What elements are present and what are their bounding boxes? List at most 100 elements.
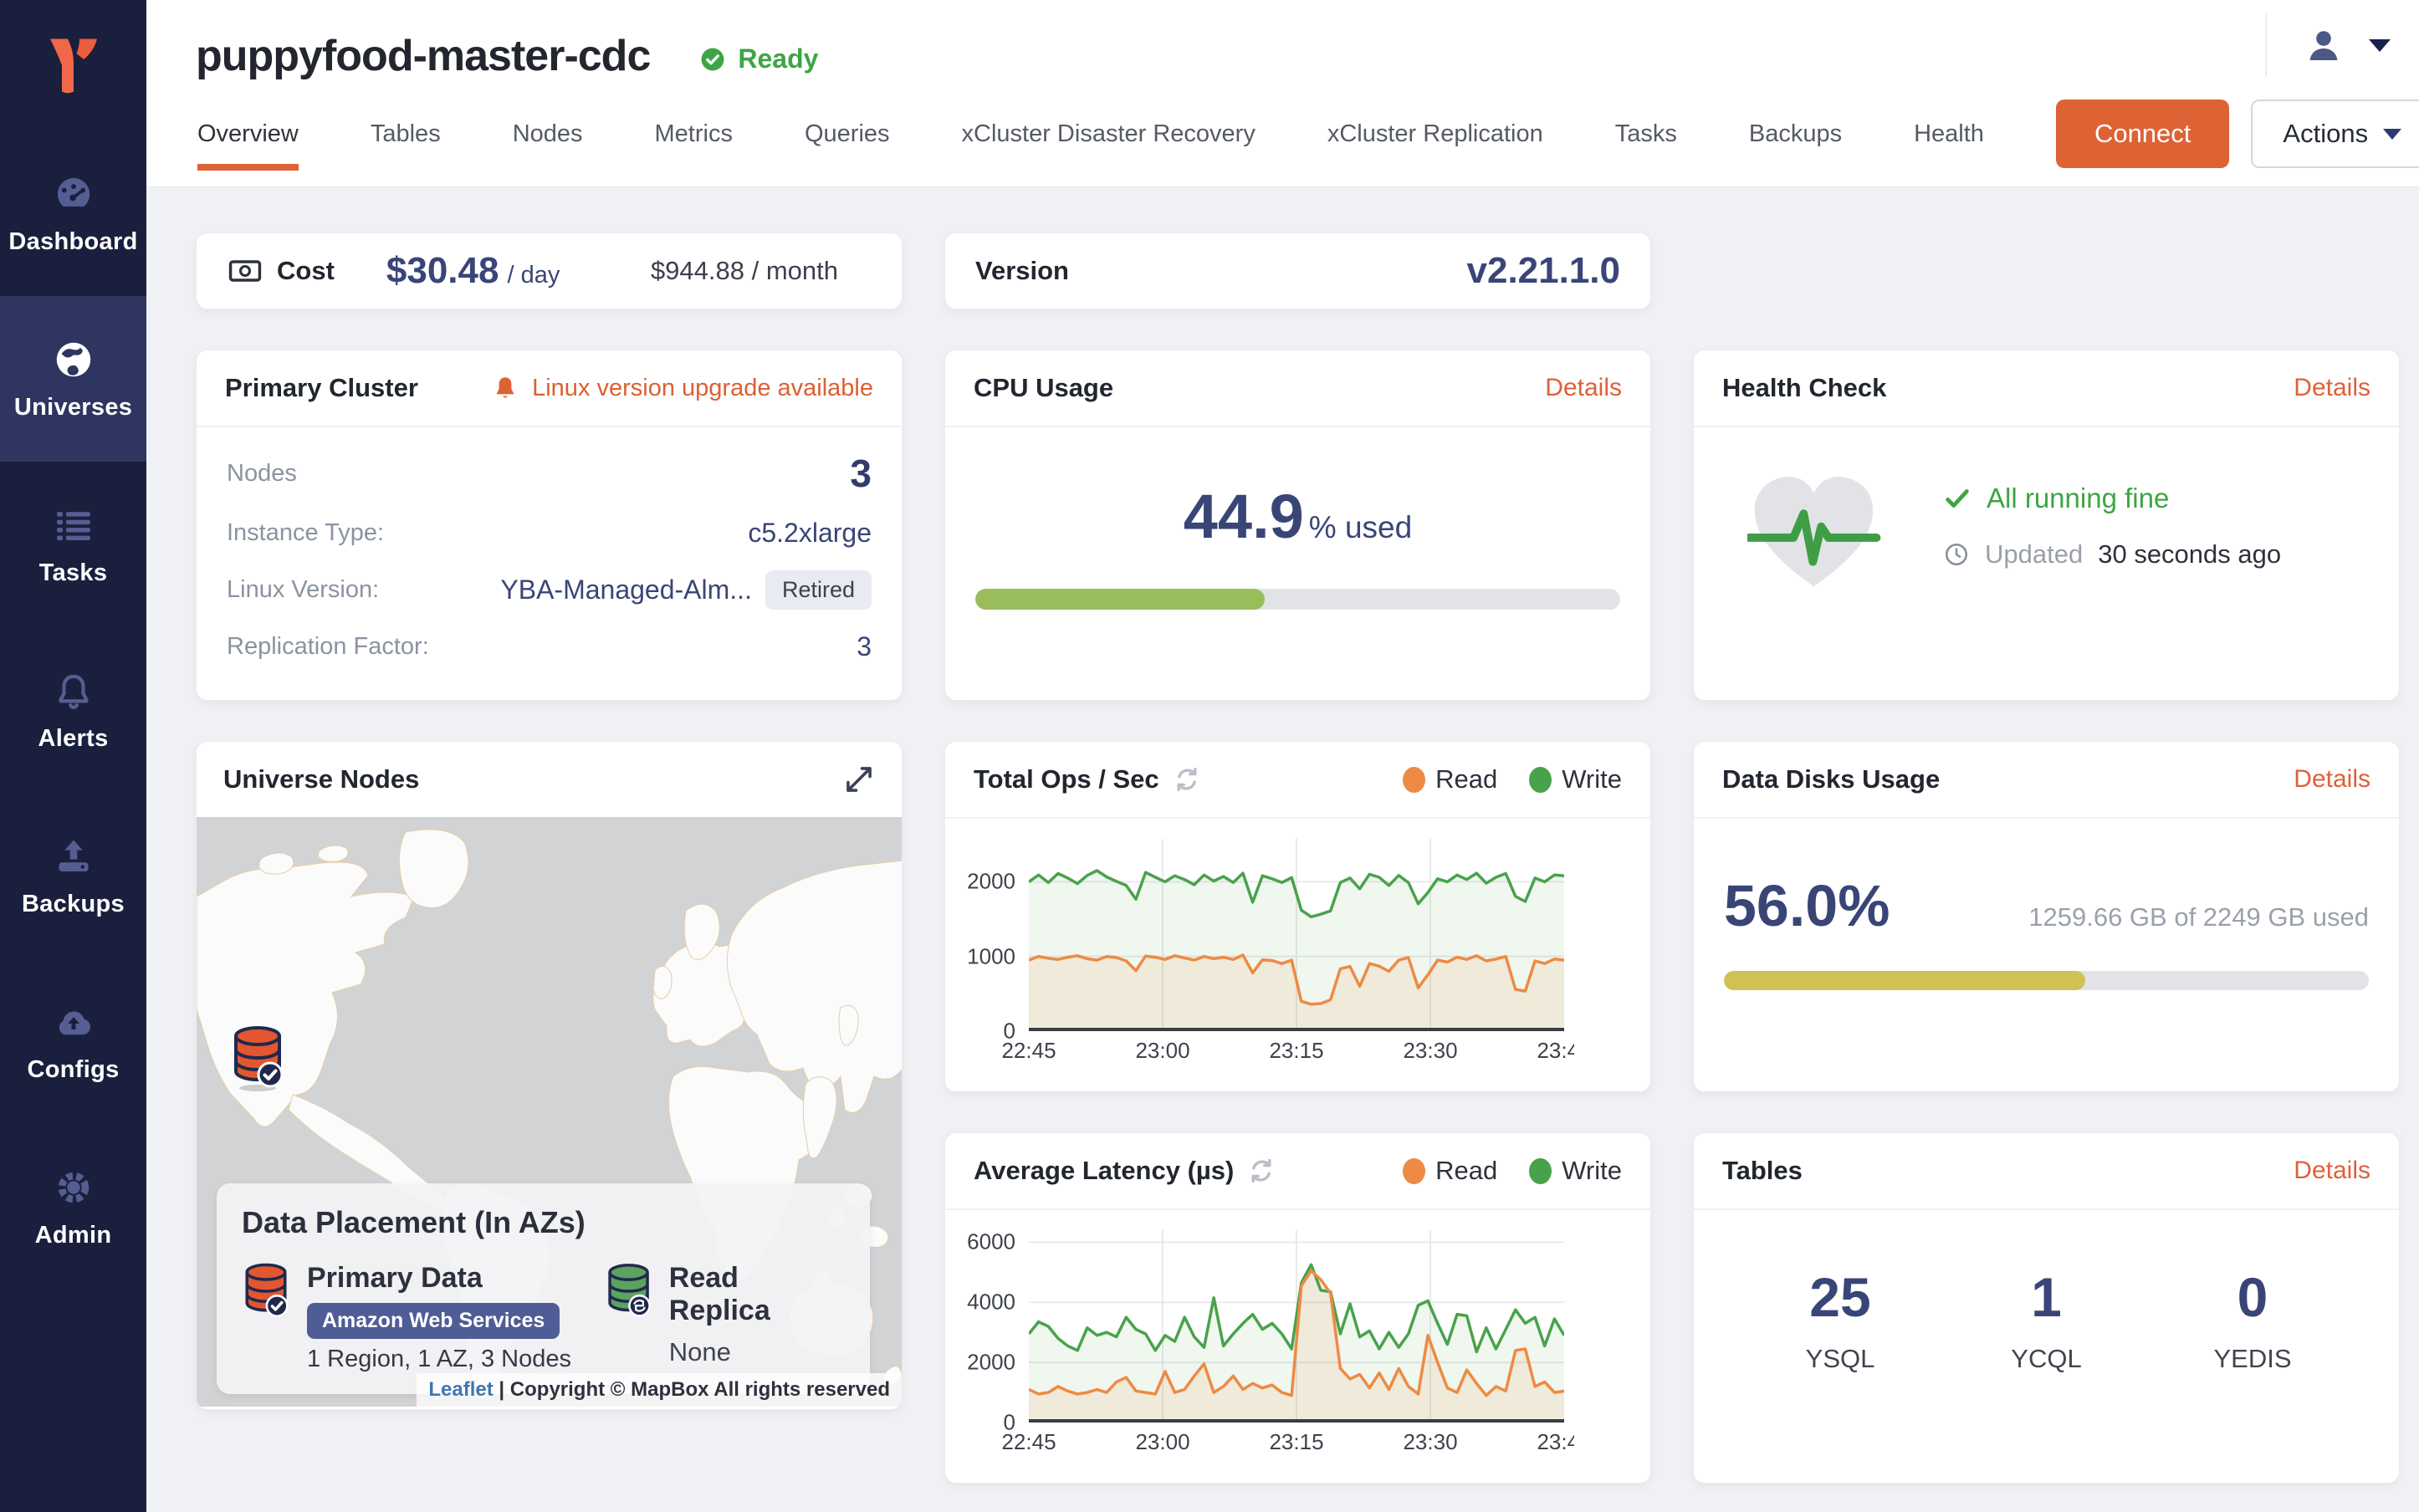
clock-icon <box>1943 541 1970 568</box>
sidebar-item-label: Configs <box>27 1056 119 1084</box>
check-circle-icon <box>698 45 727 74</box>
read-dot-icon <box>1403 1158 1425 1184</box>
legend-write: Write <box>1529 1156 1622 1186</box>
health-details-link[interactable]: Details <box>2294 374 2370 402</box>
nodes-row: Nodes 3 <box>227 451 872 496</box>
health-check-title: Health Check <box>1722 373 1886 403</box>
read-replica-title: Read Replica <box>669 1262 845 1327</box>
universe-nodes-card: Universe Nodes <box>196 741 903 1410</box>
sidebar-item-label: Backups <box>22 891 125 918</box>
user-menu[interactable] <box>2265 13 2391 77</box>
sidebar-item-configs[interactable]: Configs <box>0 958 146 1124</box>
updated-label: Updated <box>1985 539 2083 570</box>
status-badge: Ready <box>698 43 818 74</box>
disks-details-link[interactable]: Details <box>2294 765 2370 794</box>
user-icon <box>2304 25 2344 65</box>
provider-badge: Amazon Web Services <box>307 1303 560 1339</box>
chevron-down-icon <box>2383 129 2401 140</box>
tab-queries[interactable]: Queries <box>805 120 890 148</box>
write-dot-icon <box>1529 1158 1552 1184</box>
tasks-icon <box>51 503 96 548</box>
universes-icon <box>51 337 96 382</box>
sidebar-item-alerts[interactable]: Alerts <box>0 627 146 793</box>
refresh-icon[interactable] <box>1173 765 1201 794</box>
latency-y-axis: 0200040006000 <box>975 1230 1029 1423</box>
latency-chart-title: Average Latency (µs) <box>974 1156 1234 1186</box>
read-replica-detail: None <box>669 1337 845 1367</box>
connect-button[interactable]: Connect <box>2056 100 2229 168</box>
linux-version-row: Linux Version: YBA-Managed-Alm... Retire… <box>227 570 872 610</box>
cost-card: Cost $30.48 / day $944.88 / month <box>196 232 903 309</box>
tab-backups[interactable]: Backups <box>1749 120 1842 148</box>
ops-chart-plot <box>1029 839 1564 1031</box>
replication-factor-row: Replication Factor: 3 <box>227 631 872 662</box>
data-disks-title: Data Disks Usage <box>1722 764 1940 794</box>
world-map[interactable]: Data Placement (In AZs) <box>197 817 902 1407</box>
tab-tasks[interactable]: Tasks <box>1615 120 1677 148</box>
sidebar-item-dashboard[interactable]: Dashboard <box>0 130 146 296</box>
sidebar-item-label: Tasks <box>39 559 108 587</box>
sidebar-item-tasks[interactable]: Tasks <box>0 462 146 627</box>
sidebar-item-universes[interactable]: Universes <box>0 296 146 462</box>
sidebar-item-admin[interactable]: Admin <box>0 1124 146 1290</box>
cpu-progress-fill <box>975 589 1265 610</box>
cpu-details-link[interactable]: Details <box>1545 374 1622 402</box>
tab-overview[interactable]: Overview <box>197 120 299 148</box>
page-title: puppyfood-master-cdc <box>196 31 650 81</box>
yedis-count: 0 <box>2207 1265 2299 1329</box>
check-icon <box>1943 484 1972 513</box>
backups-icon <box>51 834 96 879</box>
tab-health[interactable]: Health <box>1914 120 1984 148</box>
ysql-label: YSQL <box>1794 1344 1886 1374</box>
cost-per-day-unit: / day <box>507 262 560 289</box>
disks-detail: 1259.66 GB of 2249 GB used <box>2028 902 2369 932</box>
tables-details-link[interactable]: Details <box>2294 1157 2370 1185</box>
instance-type-value: c5.2xlarge <box>748 518 872 549</box>
linux-upgrade-text: Linux version upgrade available <box>532 375 873 402</box>
ycql-label: YCQL <box>2001 1344 2093 1374</box>
actions-button[interactable]: Actions <box>2251 100 2419 168</box>
version-label: Version <box>975 256 1069 286</box>
primary-data-title: Primary Data <box>307 1262 571 1295</box>
cpu-progress-track <box>975 589 1620 610</box>
money-icon <box>227 253 263 289</box>
version-card: Version v2.21.1.0 <box>944 232 1651 309</box>
tab-xcluster-replication[interactable]: xCluster Replication <box>1327 120 1543 148</box>
primary-node-marker[interactable] <box>230 1024 285 1091</box>
ycql-count: 1 <box>2001 1265 2093 1329</box>
latency-x-axis: 22:4523:0023:1523:3023:45 <box>975 1423 1574 1459</box>
data-disks-card: Data Disks Usage Details 56.0% 1259.66 G… <box>1693 741 2400 1092</box>
yugabyte-logo[interactable] <box>0 0 146 130</box>
latency-chart-card: Average Latency (µs) Read Write <box>944 1132 1651 1484</box>
cost-per-month: $944.88 / month <box>651 256 838 286</box>
linux-version-value: YBA-Managed-Alm... <box>500 575 752 605</box>
read-replica-icon <box>605 1262 652 1320</box>
ops-x-axis: 22:4523:0023:1523:3023:45 <box>975 1031 1574 1068</box>
disks-progress-fill <box>1724 971 2085 990</box>
linux-upgrade-alert[interactable]: Linux version upgrade available <box>490 373 873 403</box>
map-attribution: Leaflet | Copyright © MapBox All rights … <box>417 1373 902 1407</box>
sidebar-item-label: Dashboard <box>8 228 137 256</box>
expand-icon[interactable] <box>843 764 875 795</box>
cpu-usage-card: CPU Usage Details 44.9 % used <box>944 350 1651 701</box>
tab-xcluster-dr[interactable]: xCluster Disaster Recovery <box>962 120 1256 148</box>
cpu-percent-suffix: % used <box>1309 510 1412 545</box>
sidebar-item-backups[interactable]: Backups <box>0 793 146 958</box>
refresh-icon[interactable] <box>1247 1157 1276 1185</box>
tab-nodes[interactable]: Nodes <box>513 120 583 148</box>
data-placement-panel: Data Placement (In AZs) <box>217 1183 870 1394</box>
chevron-down-icon <box>2369 39 2391 52</box>
read-dot-icon <box>1403 767 1425 793</box>
read-replica-block: Read Replica None <box>605 1262 845 1373</box>
tab-metrics[interactable]: Metrics <box>655 120 733 148</box>
cost-per-day: $30.48 <box>386 250 499 292</box>
yugabyte-logo-icon <box>38 30 109 100</box>
instance-type-label: Instance Type: <box>227 519 384 547</box>
linux-version-label: Linux Version: <box>227 576 379 604</box>
disks-percent: 56.0% <box>1724 872 1890 939</box>
write-dot-icon <box>1529 767 1552 793</box>
tab-tables[interactable]: Tables <box>371 120 441 148</box>
leaflet-link[interactable]: Leaflet <box>428 1378 493 1401</box>
health-updated-row: Updated 30 seconds ago <box>1943 539 2281 570</box>
legend-read: Read <box>1403 1156 1497 1186</box>
